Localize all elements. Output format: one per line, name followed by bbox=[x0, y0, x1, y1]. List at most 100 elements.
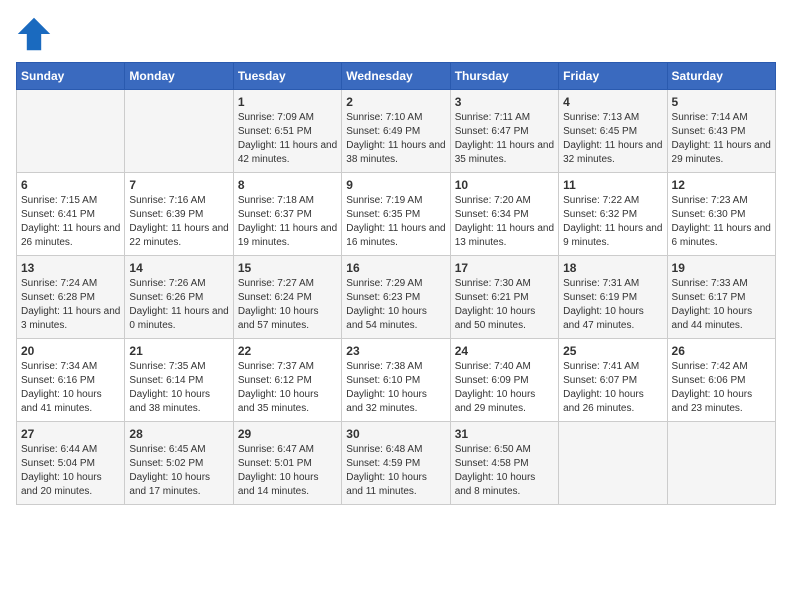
calendar-cell: 28Sunrise: 6:45 AM Sunset: 5:02 PM Dayli… bbox=[125, 422, 233, 505]
day-info: Sunrise: 6:45 AM Sunset: 5:02 PM Dayligh… bbox=[129, 443, 228, 499]
day-info: Sunrise: 7:42 AM Sunset: 6:06 PM Dayligh… bbox=[672, 360, 771, 416]
day-info: Sunrise: 7:16 AM Sunset: 6:39 PM Dayligh… bbox=[129, 194, 228, 250]
day-info: Sunrise: 7:24 AM Sunset: 6:28 PM Dayligh… bbox=[21, 277, 120, 333]
day-info: Sunrise: 7:27 AM Sunset: 6:24 PM Dayligh… bbox=[238, 277, 337, 333]
day-number: 1 bbox=[238, 95, 337, 109]
day-info: Sunrise: 7:18 AM Sunset: 6:37 PM Dayligh… bbox=[238, 194, 337, 250]
calendar-cell: 22 Sunrise: 7:37 AM Sunset: 6:12 PM Dayli… bbox=[233, 339, 341, 422]
calendar-cell: 21 Sunrise: 7:35 AM Sunset: 6:14 PM Dayli… bbox=[125, 339, 233, 422]
day-number: 14 bbox=[129, 261, 228, 275]
day-number: 4 bbox=[563, 95, 662, 109]
day-number: 24 bbox=[455, 344, 554, 358]
col-header-monday: Monday bbox=[125, 63, 233, 90]
day-number: 31 bbox=[455, 427, 554, 441]
day-number: 8 bbox=[238, 178, 337, 192]
day-info: Sunrise: 7:37 AM Sunset: 6:12 PM Dayligh… bbox=[238, 360, 337, 416]
day-info: Sunrise: 7:19 AM Sunset: 6:35 PM Dayligh… bbox=[346, 194, 445, 250]
day-number: 22 bbox=[238, 344, 337, 358]
day-info: Sunrise: 6:48 AM Sunset: 4:59 PM Dayligh… bbox=[346, 443, 445, 499]
day-info: Sunrise: 7:26 AM Sunset: 6:26 PM Dayligh… bbox=[129, 277, 228, 333]
day-number: 2 bbox=[346, 95, 445, 109]
calendar-cell: 6 Sunrise: 7:15 AM Sunset: 6:41 PM Daylig… bbox=[17, 173, 125, 256]
day-number: 9 bbox=[346, 178, 445, 192]
day-info: Sunrise: 7:34 AM Sunset: 6:16 PM Dayligh… bbox=[21, 360, 120, 416]
day-number: 6 bbox=[21, 178, 120, 192]
day-number: 23 bbox=[346, 344, 445, 358]
day-info: Sunrise: 6:44 AM Sunset: 5:04 PM Dayligh… bbox=[21, 443, 120, 499]
calendar-cell: 10 Sunrise: 7:20 AM Sunset: 6:34 PM Dayli… bbox=[450, 173, 558, 256]
day-info: Sunrise: 7:15 AM Sunset: 6:41 PM Dayligh… bbox=[21, 194, 120, 250]
logo bbox=[16, 16, 56, 52]
day-info: Sunrise: 7:38 AM Sunset: 6:10 PM Dayligh… bbox=[346, 360, 445, 416]
day-info: Sunrise: 6:47 AM Sunset: 5:01 PM Dayligh… bbox=[238, 443, 337, 499]
day-number: 30 bbox=[346, 427, 445, 441]
day-info: Sunrise: 7:29 AM Sunset: 6:23 PM Dayligh… bbox=[346, 277, 445, 333]
day-number: 18 bbox=[563, 261, 662, 275]
calendar-cell bbox=[559, 422, 667, 505]
day-number: 16 bbox=[346, 261, 445, 275]
calendar-cell: 5Sunrise: 7:14 AM Sunset: 6:43 PM Daylig… bbox=[667, 90, 775, 173]
day-info: Sunrise: 7:22 AM Sunset: 6:32 PM Dayligh… bbox=[563, 194, 662, 250]
day-info: Sunrise: 7:11 AM Sunset: 6:47 PM Dayligh… bbox=[455, 111, 554, 167]
day-number: 7 bbox=[129, 178, 228, 192]
day-number: 21 bbox=[129, 344, 228, 358]
col-header-friday: Friday bbox=[559, 63, 667, 90]
calendar-cell: 4 Sunrise: 7:13 AM Sunset: 6:45 PM Daylig… bbox=[559, 90, 667, 173]
calendar-week-4: 20 Sunrise: 7:34 AM Sunset: 6:16 PM Dayli… bbox=[17, 339, 776, 422]
day-number: 11 bbox=[563, 178, 662, 192]
calendar-table: SundayMondayTuesdayWednesdayThursdayFrid… bbox=[16, 62, 776, 505]
calendar-cell: 15 Sunrise: 7:27 AM Sunset: 6:24 PM Dayli… bbox=[233, 256, 341, 339]
day-number: 3 bbox=[455, 95, 554, 109]
calendar-cell: 26 Sunrise: 7:42 AM Sunset: 6:06 PM Dayli… bbox=[667, 339, 775, 422]
calendar-cell: 3 Sunrise: 7:11 AM Sunset: 6:47 PM Daylig… bbox=[450, 90, 558, 173]
calendar-cell: 24 Sunrise: 7:40 AM Sunset: 6:09 PM Dayli… bbox=[450, 339, 558, 422]
calendar-cell: 25 Sunrise: 7:41 AM Sunset: 6:07 PM Dayli… bbox=[559, 339, 667, 422]
calendar-cell: 17Sunrise: 7:30 AM Sunset: 6:21 PM Dayli… bbox=[450, 256, 558, 339]
calendar-week-2: 6 Sunrise: 7:15 AM Sunset: 6:41 PM Daylig… bbox=[17, 173, 776, 256]
calendar-cell: 2 Sunrise: 7:10 AM Sunset: 6:49 PM Daylig… bbox=[342, 90, 450, 173]
day-number: 26 bbox=[672, 344, 771, 358]
day-info: Sunrise: 7:20 AM Sunset: 6:34 PM Dayligh… bbox=[455, 194, 554, 250]
calendar-cell: 19Sunrise: 7:33 AM Sunset: 6:17 PM Dayli… bbox=[667, 256, 775, 339]
day-info: Sunrise: 7:35 AM Sunset: 6:14 PM Dayligh… bbox=[129, 360, 228, 416]
calendar-week-5: 27Sunrise: 6:44 AM Sunset: 5:04 PM Dayli… bbox=[17, 422, 776, 505]
day-info: Sunrise: 7:23 AM Sunset: 6:30 PM Dayligh… bbox=[672, 194, 771, 250]
calendar-cell bbox=[667, 422, 775, 505]
day-number: 29 bbox=[238, 427, 337, 441]
calendar-cell: 9 Sunrise: 7:19 AM Sunset: 6:35 PM Daylig… bbox=[342, 173, 450, 256]
col-header-saturday: Saturday bbox=[667, 63, 775, 90]
calendar-cell: 30 Sunrise: 6:48 AM Sunset: 4:59 PM Dayli… bbox=[342, 422, 450, 505]
calendar-week-3: 13Sunrise: 7:24 AM Sunset: 6:28 PM Dayli… bbox=[17, 256, 776, 339]
calendar-cell: 13Sunrise: 7:24 AM Sunset: 6:28 PM Dayli… bbox=[17, 256, 125, 339]
calendar-cell: 16 Sunrise: 7:29 AM Sunset: 6:23 PM Dayli… bbox=[342, 256, 450, 339]
calendar-cell: 8 Sunrise: 7:18 AM Sunset: 6:37 PM Daylig… bbox=[233, 173, 341, 256]
calendar-cell bbox=[125, 90, 233, 173]
day-number: 15 bbox=[238, 261, 337, 275]
calendar-cell: 31 Sunrise: 6:50 AM Sunset: 4:58 PM Dayli… bbox=[450, 422, 558, 505]
day-number: 20 bbox=[21, 344, 120, 358]
day-info: Sunrise: 7:40 AM Sunset: 6:09 PM Dayligh… bbox=[455, 360, 554, 416]
day-number: 19 bbox=[672, 261, 771, 275]
col-header-tuesday: Tuesday bbox=[233, 63, 341, 90]
calendar-cell: 11 Sunrise: 7:22 AM Sunset: 6:32 PM Dayli… bbox=[559, 173, 667, 256]
calendar-cell: 1Sunrise: 7:09 AM Sunset: 6:51 PM Daylig… bbox=[233, 90, 341, 173]
calendar-cell: 12 Sunrise: 7:23 AM Sunset: 6:30 PM Dayli… bbox=[667, 173, 775, 256]
day-info: Sunrise: 7:41 AM Sunset: 6:07 PM Dayligh… bbox=[563, 360, 662, 416]
calendar-cell bbox=[17, 90, 125, 173]
header-row: SundayMondayTuesdayWednesdayThursdayFrid… bbox=[17, 63, 776, 90]
day-info: Sunrise: 7:10 AM Sunset: 6:49 PM Dayligh… bbox=[346, 111, 445, 167]
day-info: Sunrise: 6:50 AM Sunset: 4:58 PM Dayligh… bbox=[455, 443, 554, 499]
calendar-cell: 27Sunrise: 6:44 AM Sunset: 5:04 PM Dayli… bbox=[17, 422, 125, 505]
day-number: 25 bbox=[563, 344, 662, 358]
calendar-cell: 23 Sunrise: 7:38 AM Sunset: 6:10 PM Dayli… bbox=[342, 339, 450, 422]
calendar-cell: 14 Sunrise: 7:26 AM Sunset: 6:26 PM Dayli… bbox=[125, 256, 233, 339]
col-header-sunday: Sunday bbox=[17, 63, 125, 90]
calendar-week-1: 1Sunrise: 7:09 AM Sunset: 6:51 PM Daylig… bbox=[17, 90, 776, 173]
day-number: 10 bbox=[455, 178, 554, 192]
day-info: Sunrise: 7:14 AM Sunset: 6:43 PM Dayligh… bbox=[672, 111, 771, 167]
page-header bbox=[16, 16, 776, 52]
day-number: 12 bbox=[672, 178, 771, 192]
day-info: Sunrise: 7:13 AM Sunset: 6:45 PM Dayligh… bbox=[563, 111, 662, 167]
day-number: 17 bbox=[455, 261, 554, 275]
logo-icon bbox=[16, 16, 52, 52]
